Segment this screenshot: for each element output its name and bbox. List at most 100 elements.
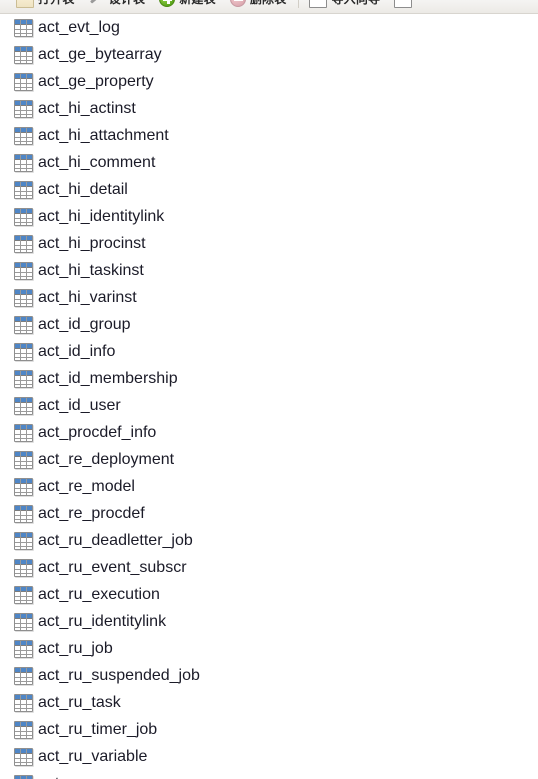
table-name-label: act_hi_varinst: [38, 288, 137, 306]
table-name-label: act_id_user: [38, 396, 121, 414]
table-list-item[interactable]: act_ru_...: [0, 770, 538, 779]
table-name-label: act_ru_suspended_job: [38, 666, 200, 684]
table-icon: [14, 288, 33, 307]
table-list-item[interactable]: act_hi_actinst: [0, 95, 538, 122]
table-name-label: act_ru_identitylink: [38, 612, 167, 630]
table-name-label: act_ge_bytearray: [38, 45, 162, 63]
table-name-label: act_ru_variable: [38, 747, 148, 765]
table-list-item[interactable]: act_ru_event_subscr: [0, 554, 538, 581]
import-wizard-label: 导入向导: [331, 0, 380, 7]
table-icon: [14, 153, 33, 172]
table-icon: [14, 477, 33, 496]
table-name-label: act_re_model: [38, 477, 135, 495]
new-table-icon: [159, 0, 176, 7]
open-table-icon: [16, 0, 34, 8]
table-list-item[interactable]: act_ru_deadletter_job: [0, 527, 538, 554]
table-list-item[interactable]: act_evt_log: [0, 14, 538, 41]
table-list-item[interactable]: act_ru_execution: [0, 581, 538, 608]
export-wizard-button[interactable]: [388, 0, 422, 12]
table-list-item[interactable]: act_hi_attachment: [0, 122, 538, 149]
import-wizard-button[interactable]: 导入向导: [303, 0, 386, 12]
table-icon: [14, 531, 33, 550]
table-name-label: act_id_group: [38, 315, 131, 333]
table-list-item[interactable]: act_id_group: [0, 311, 538, 338]
table-icon: [14, 315, 33, 334]
table-name-label: act_evt_log: [38, 18, 120, 36]
table-name-label: act_id_membership: [38, 369, 178, 387]
new-table-label: 新建表: [179, 0, 216, 7]
table-list-item[interactable]: act_re_model: [0, 473, 538, 500]
table-icon: [14, 666, 33, 685]
table-icon: [14, 180, 33, 199]
table-list-item[interactable]: act_ru_suspended_job: [0, 662, 538, 689]
table-name-label: act_ru_execution: [38, 585, 160, 603]
table-icon: [14, 45, 33, 64]
export-wizard-icon: [394, 0, 413, 8]
table-name-label: act_re_deployment: [38, 450, 175, 468]
table-name-label: act_hi_taskinst: [38, 261, 144, 279]
table-icon: [14, 423, 33, 442]
table-list-item[interactable]: act_ru_variable: [0, 743, 538, 770]
table-name-label: act_ru_timer_job: [38, 720, 158, 738]
delete-table-icon: [229, 0, 246, 7]
table-name-label: act_ge_property: [38, 72, 154, 90]
table-name-label: act_hi_identitylink: [38, 207, 165, 225]
table-icon: [14, 99, 33, 118]
table-icon: [14, 450, 33, 469]
table-name-label: act_id_info: [38, 342, 116, 360]
table-list-item[interactable]: act_ru_job: [0, 635, 538, 662]
table-list-item[interactable]: act_hi_taskinst: [0, 257, 538, 284]
table-list-item[interactable]: act_hi_procinst: [0, 230, 538, 257]
table-icon: [14, 261, 33, 280]
table-icon: [14, 369, 33, 388]
table-list-item[interactable]: act_ge_property: [0, 68, 538, 95]
table-name-label: act_re_procdef: [38, 504, 145, 522]
open-table-label: 打开表: [38, 0, 75, 7]
toolbar-separator: [298, 0, 300, 8]
table-icon: [14, 234, 33, 253]
table-list-item[interactable]: act_id_info: [0, 338, 538, 365]
table-list-item[interactable]: act_hi_comment: [0, 149, 538, 176]
table-list-item[interactable]: act_ge_bytearray: [0, 41, 538, 68]
delete-table-label: 删除表: [250, 0, 287, 7]
table-list-item[interactable]: act_id_user: [0, 392, 538, 419]
table-name-label: act_ru_task: [38, 693, 121, 711]
table-icon: [14, 558, 33, 577]
new-table-button[interactable]: 新建表: [153, 0, 222, 12]
open-table-button[interactable]: 打开表: [10, 0, 81, 12]
table-list-item[interactable]: act_re_procdef: [0, 500, 538, 527]
table-icon: [14, 693, 33, 712]
table-name-label: act_procdef_info: [38, 423, 157, 441]
table-name-label: act_hi_detail: [38, 180, 128, 198]
table-icon: [14, 396, 33, 415]
import-wizard-icon: [309, 0, 328, 8]
table-list-item[interactable]: act_hi_varinst: [0, 284, 538, 311]
design-table-button[interactable]: 设计表: [83, 0, 152, 12]
table-name-label: act_ru_...: [38, 775, 105, 779]
table-list-pane[interactable]: act_evt_log act_ge_bytearray act_ge_proper…: [0, 14, 538, 779]
table-icon: [14, 747, 33, 766]
table-list-item[interactable]: act_ru_task: [0, 689, 538, 716]
table-icon: [14, 612, 33, 631]
design-table-label: 设计表: [109, 0, 146, 7]
table-icon: [14, 585, 33, 604]
table-icon: [14, 720, 33, 739]
table-name-label: act_ru_event_subscr: [38, 558, 187, 576]
design-table-icon: [89, 0, 105, 7]
table-list-item[interactable]: act_hi_identitylink: [0, 203, 538, 230]
table-list-item[interactable]: act_ru_identitylink: [0, 608, 538, 635]
table-name-label: act_hi_procinst: [38, 234, 146, 252]
table-list: act_evt_log act_ge_bytearray act_ge_proper…: [0, 14, 538, 779]
table-list-item[interactable]: act_re_deployment: [0, 446, 538, 473]
table-icon: [14, 639, 33, 658]
table-list-item[interactable]: act_hi_detail: [0, 176, 538, 203]
table-icon: [14, 504, 33, 523]
table-list-item[interactable]: act_procdef_info: [0, 419, 538, 446]
delete-table-button[interactable]: 删除表: [224, 0, 293, 12]
table-list-item[interactable]: act_id_membership: [0, 365, 538, 392]
table-name-label: act_ru_deadletter_job: [38, 531, 193, 549]
table-icon: [14, 342, 33, 361]
table-icon: [14, 18, 33, 37]
table-list-item[interactable]: act_ru_timer_job: [0, 716, 538, 743]
table-name-label: act_hi_comment: [38, 153, 156, 171]
